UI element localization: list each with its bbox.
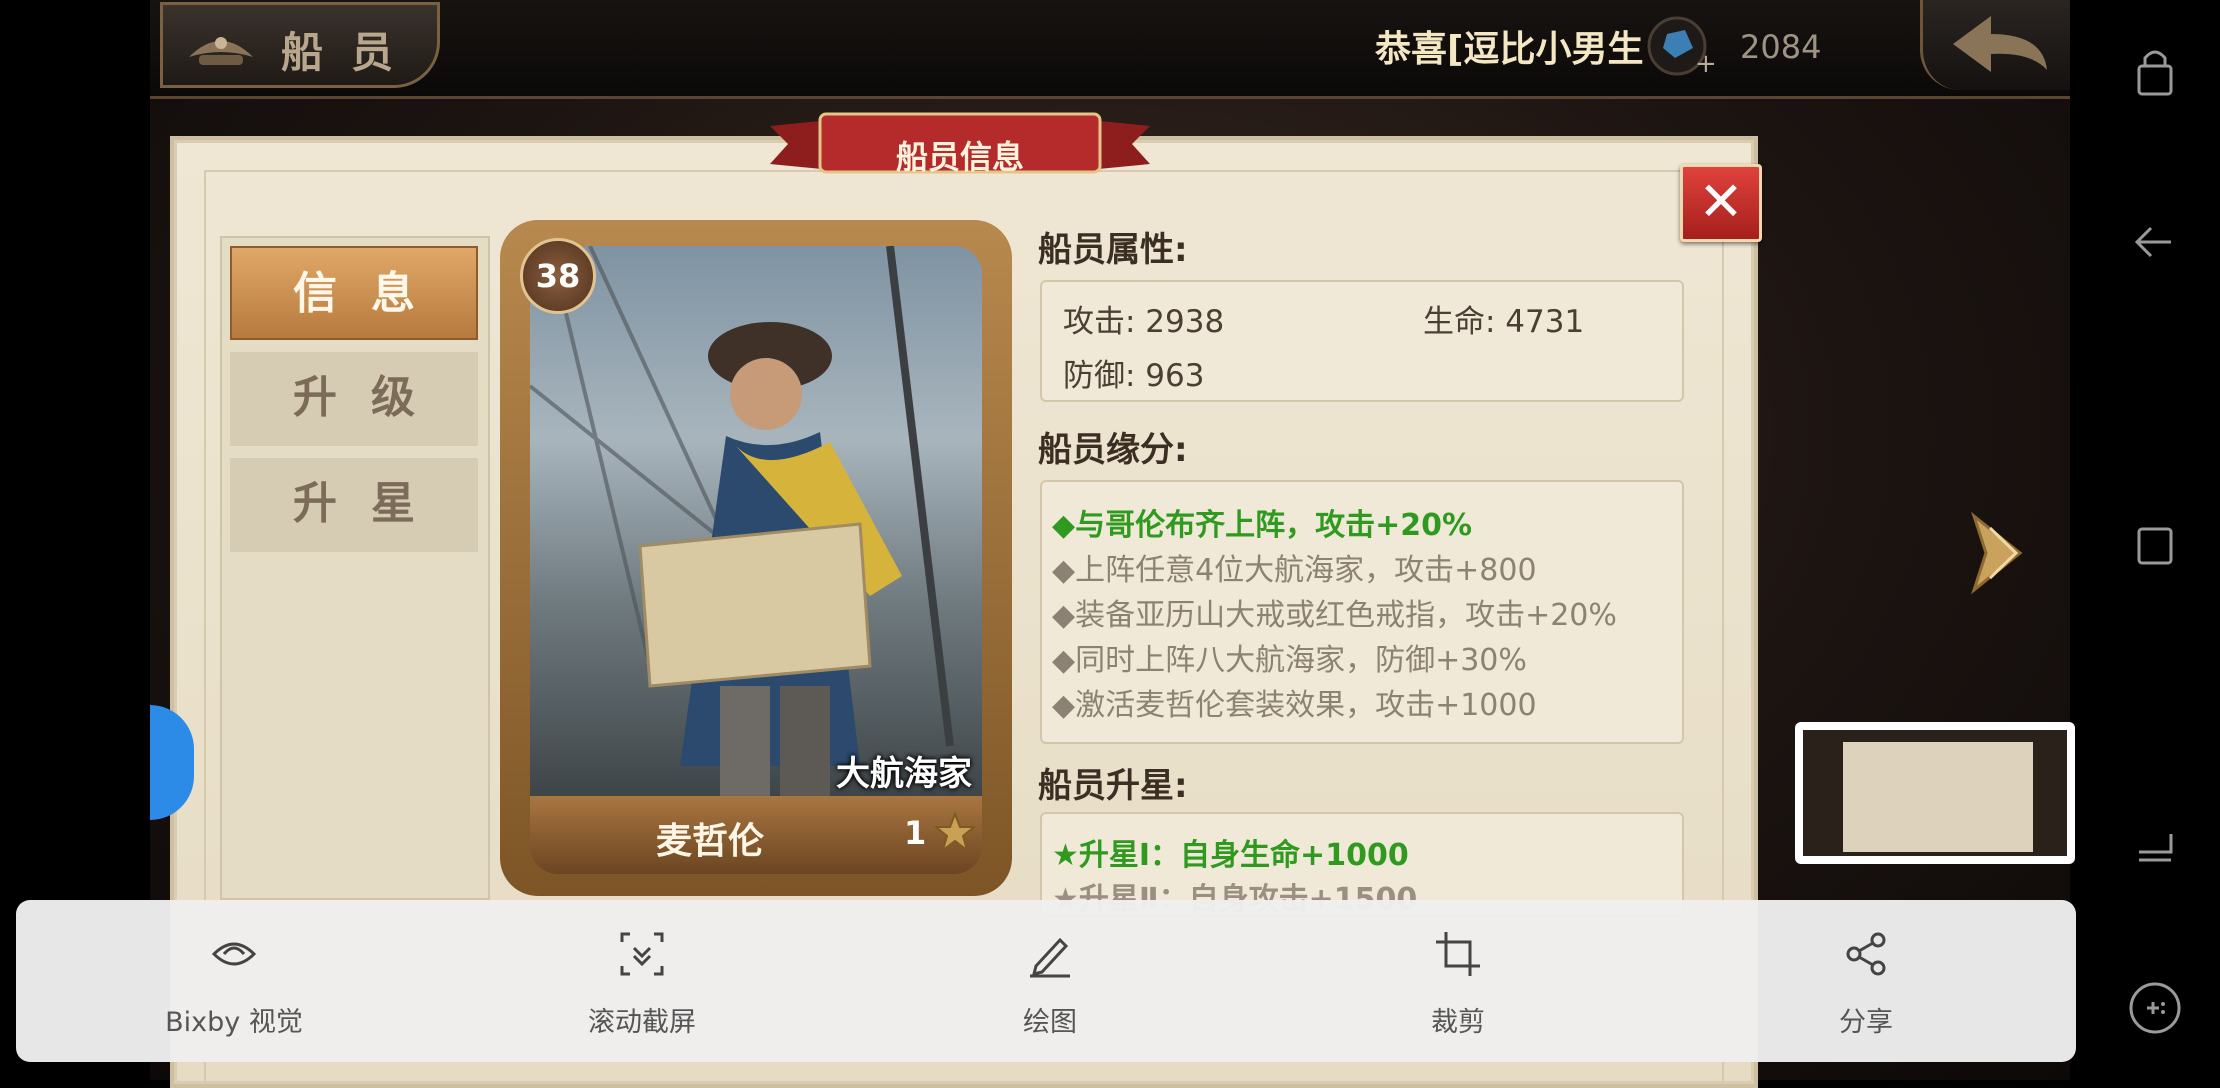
announcement-marquee: 恭喜[逗比小男生 [1375,29,1644,70]
hero-star-count: 1 [904,814,927,852]
draw-label: 绘图 [1023,1007,1077,1038]
hero-level-badge: 38 [520,238,596,314]
close-button[interactable]: ✕ [1680,164,1762,242]
attributes-title: 船员属性: [1038,230,1188,270]
tab-info[interactable]: 信息 [230,246,478,340]
scroll-capture-icon [620,932,664,976]
eye-icon [211,942,257,966]
crop-label: 裁剪 [1431,1007,1485,1038]
tab-star-up[interactable]: 升星 [230,458,478,552]
return-arrow-icon [1953,16,2047,72]
back-button[interactable] [1920,0,2070,90]
gem-add-icon[interactable]: + [1645,14,1715,78]
tab-column: 信息 升级 升星 [220,236,490,900]
close-icon: ✕ [1698,170,1744,233]
share-icon [1846,932,1886,976]
star-up-item: ★升星Ⅰ：自身生命+1000 [1052,838,1409,873]
svg-text:+: + [1695,49,1715,78]
crew-tab-label: 船员 [281,28,422,77]
hero-portrait[interactable] [530,246,982,796]
home-icon[interactable] [2115,808,2195,888]
share-button[interactable]: 分享 [1746,900,1986,1062]
bond-item: ◆上阵任意4位大航海家，攻击+800 [1052,553,1537,588]
bixby-vision-label: Bixby 视觉 [165,1007,303,1038]
gold-amount: 2084 [1740,28,1822,66]
scroll-capture-button[interactable]: 滚动截屏 [522,900,762,1062]
pen-icon [1030,937,1070,978]
recents-icon[interactable] [2115,505,2195,585]
share-label: 分享 [1839,1007,1893,1038]
tab-upgrade[interactable]: 升级 [230,352,478,446]
bixby-vision-button[interactable]: Bixby 视觉 [114,900,354,1062]
screenshot-thumbnail[interactable] [1795,722,2075,864]
next-crew-arrow-icon[interactable] [1960,508,2040,598]
stat-hp: 生命: 4731 [1423,304,1585,340]
dialog-title: 船员信息 [895,138,1024,176]
star-icon [935,812,975,852]
lock-icon[interactable] [2115,30,2195,110]
top-bar: 船员 恭喜[逗比小男生 + 2084 [150,0,2070,99]
crop-button[interactable]: 裁剪 [1338,900,1578,1062]
bond-item: ◆与哥伦布齐上阵，攻击+20% [1052,508,1473,543]
hero-illustration [530,246,954,796]
hero-class-label: 大航海家 [836,754,972,794]
star-up-title: 船员升星: [1038,766,1188,806]
bond-item: ◆同时上阵八大航海家，防御+30% [1052,643,1527,678]
crew-tab[interactable]: 船员 [160,2,440,88]
draw-button[interactable]: 绘图 [930,900,1170,1062]
screenshot-toolbar: Bixby 视觉 滚动截屏 绘图 裁剪 分享 [16,900,2076,1062]
hero-name: 麦哲伦 [655,821,764,862]
bond-item: ◆装备亚历山大戒或红色戒指，攻击+20% [1052,598,1617,633]
bonds-title: 船员缘分: [1038,430,1188,470]
back-icon[interactable] [2115,202,2195,282]
bond-item: ◆激活麦哲伦套装效果，攻击+1000 [1052,688,1537,723]
stat-attack: 攻击: 2938 [1063,304,1225,340]
crop-icon [1436,932,1480,976]
game-tools-icon[interactable] [2115,968,2195,1048]
stat-defense: 防御: 963 [1063,358,1205,394]
scroll-capture-label: 滚动截屏 [588,1007,696,1038]
pirate-hat-icon [189,37,253,65]
